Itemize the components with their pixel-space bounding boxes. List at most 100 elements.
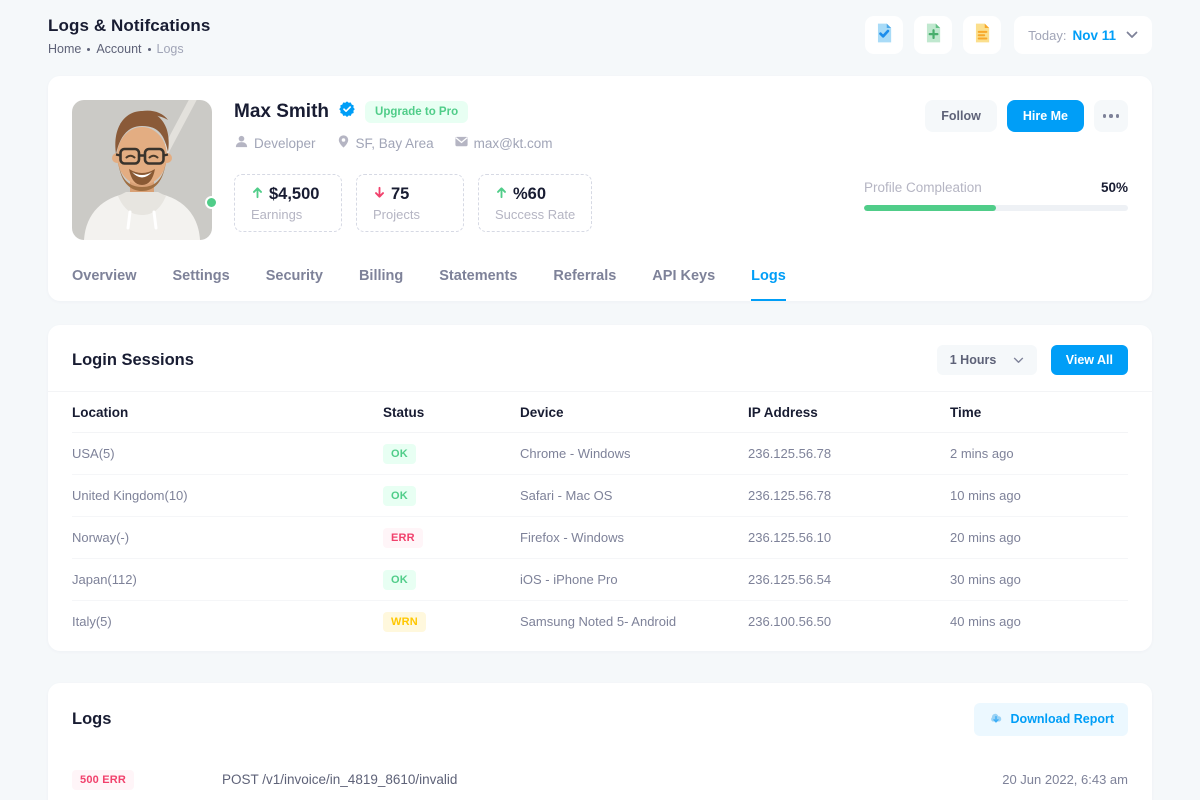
column-ip-address: IP Address [748,392,950,433]
table-header-row: Location Status Device IP Address Time [72,392,1128,433]
profile-completion: Profile Compleation 50% [864,180,1128,211]
status-badge: ERR [383,528,423,548]
profile-stats: $4,500 Earnings 75 Projects [234,174,592,232]
profile-email: max@kt.com [454,134,553,152]
tab-referrals[interactable]: Referrals [553,268,616,301]
profile-identity: Max Smith Upgrade to Pro Deve [234,100,553,152]
cell-time: 20 mins ago [950,517,1128,559]
view-all-button[interactable]: View All [1051,345,1128,375]
tab-api-keys[interactable]: API Keys [652,268,715,301]
date-value: Nov 11 [1072,28,1116,43]
profile-card: Max Smith Upgrade to Pro Deve [48,76,1152,301]
table-row: United Kingdom(10) OK Safari - Mac OS 23… [72,475,1128,517]
page-heading: Logs & Notifcations Home Account Logs [48,16,210,56]
upgrade-to-pro-badge[interactable]: Upgrade to Pro [365,101,468,123]
cell-time: 10 mins ago [950,475,1128,517]
breadcrumb-logs: Logs [157,42,184,56]
table-row: Italy(5) WRN Samsung Noted 5- Android 23… [72,601,1128,643]
file-add-button[interactable] [914,16,952,54]
topbar: Logs & Notifcations Home Account Logs To… [0,0,1200,60]
breadcrumb-separator [87,48,90,51]
page-title: Logs & Notifcations [48,16,210,36]
status-badge: WRN [383,612,426,632]
tab-billing[interactable]: Billing [359,268,403,301]
tab-statements[interactable]: Statements [439,268,517,301]
profile-tabs: Overview Settings Security Billing State… [72,268,1128,301]
log-entry: 500 ERR POST /v1/invoice/in_4819_8610/in… [48,756,1152,790]
cell-device: Firefox - Windows [520,517,748,559]
stat-earnings: $4,500 Earnings [234,174,342,232]
trend-down-icon [373,186,386,204]
completion-bar-fill [864,205,996,211]
table-row: USA(5) OK Chrome - Windows 236.125.56.78… [72,433,1128,475]
file-plus-icon [922,22,944,49]
cell-ip: 236.125.56.78 [748,475,950,517]
tab-overview[interactable]: Overview [72,268,137,301]
profile-actions: Follow Hire Me [925,100,1128,132]
cell-ip: 236.125.56.78 [748,433,950,475]
column-time: Time [950,392,1128,433]
file-report-button[interactable] [963,16,1001,54]
breadcrumb: Home Account Logs [48,42,210,56]
cell-device: Safari - Mac OS [520,475,748,517]
breadcrumb-account[interactable]: Account [96,42,141,56]
chevron-down-icon [1126,26,1138,44]
stat-success-rate: %60 Success Rate [478,174,592,232]
cell-time: 2 mins ago [950,433,1128,475]
date-label: Today: [1028,28,1066,43]
column-device: Device [520,392,748,433]
hire-me-button[interactable]: Hire Me [1007,100,1084,132]
topbar-actions: Today: Nov 11 [865,16,1152,54]
profile-meta: Developer SF, Bay Area [234,134,553,152]
file-check-icon [873,22,895,49]
pin-icon [336,134,351,152]
logs-title: Logs [72,710,111,729]
profile-name: Max Smith [234,101,329,123]
cell-location: Italy(5) [72,601,383,643]
profile-role: Developer [234,134,316,152]
logs-card: Logs Download Report 500 ERR POST /v1/in… [48,683,1152,800]
file-lines-icon [971,22,993,49]
date-selector[interactable]: Today: Nov 11 [1014,16,1152,54]
status-badge: OK [383,444,416,464]
download-report-button[interactable]: Download Report [974,703,1128,736]
online-status-dot [205,196,218,209]
column-location: Location [72,392,383,433]
cell-time: 30 mins ago [950,559,1128,601]
file-check-button[interactable] [865,16,903,54]
more-options-button[interactable] [1094,100,1128,132]
cell-device: Chrome - Windows [520,433,748,475]
log-status-badge: 500 ERR [72,770,134,790]
follow-button[interactable]: Follow [925,100,997,132]
cell-ip: 236.125.56.10 [748,517,950,559]
tab-settings[interactable]: Settings [173,268,230,301]
table-row: Norway(-) ERR Firefox - Windows 236.125.… [72,517,1128,559]
cell-device: Samsung Noted 5- Android [520,601,748,643]
cell-device: iOS - iPhone Pro [520,559,748,601]
breadcrumb-separator [148,48,151,51]
cell-location: USA(5) [72,433,383,475]
completion-percent: 50% [1101,180,1128,195]
login-sessions-card: Login Sessions 1 Hours View All Location… [48,325,1152,651]
trend-up-icon [495,186,508,204]
column-status: Status [383,392,520,433]
tab-logs[interactable]: Logs [751,268,786,301]
completion-bar [864,205,1128,211]
chevron-down-icon [1013,353,1024,367]
cell-location: Japan(112) [72,559,383,601]
log-message: POST /v1/invoice/in_4819_8610/invalid [222,772,1002,787]
user-icon [234,134,249,152]
sessions-filter-select[interactable]: 1 Hours [937,345,1037,375]
login-sessions-table: Location Status Device IP Address Time U… [72,392,1128,643]
avatar-photo [72,100,212,240]
cell-location: United Kingdom(10) [72,475,383,517]
tab-security[interactable]: Security [266,268,323,301]
log-time: 20 Jun 2022, 6:43 am [1002,772,1128,787]
status-badge: OK [383,486,416,506]
verified-badge-icon [338,100,356,123]
cell-time: 40 mins ago [950,601,1128,643]
breadcrumb-home[interactable]: Home [48,42,81,56]
trend-up-icon [251,186,264,204]
cell-ip: 236.100.56.50 [748,601,950,643]
stat-projects: 75 Projects [356,174,464,232]
